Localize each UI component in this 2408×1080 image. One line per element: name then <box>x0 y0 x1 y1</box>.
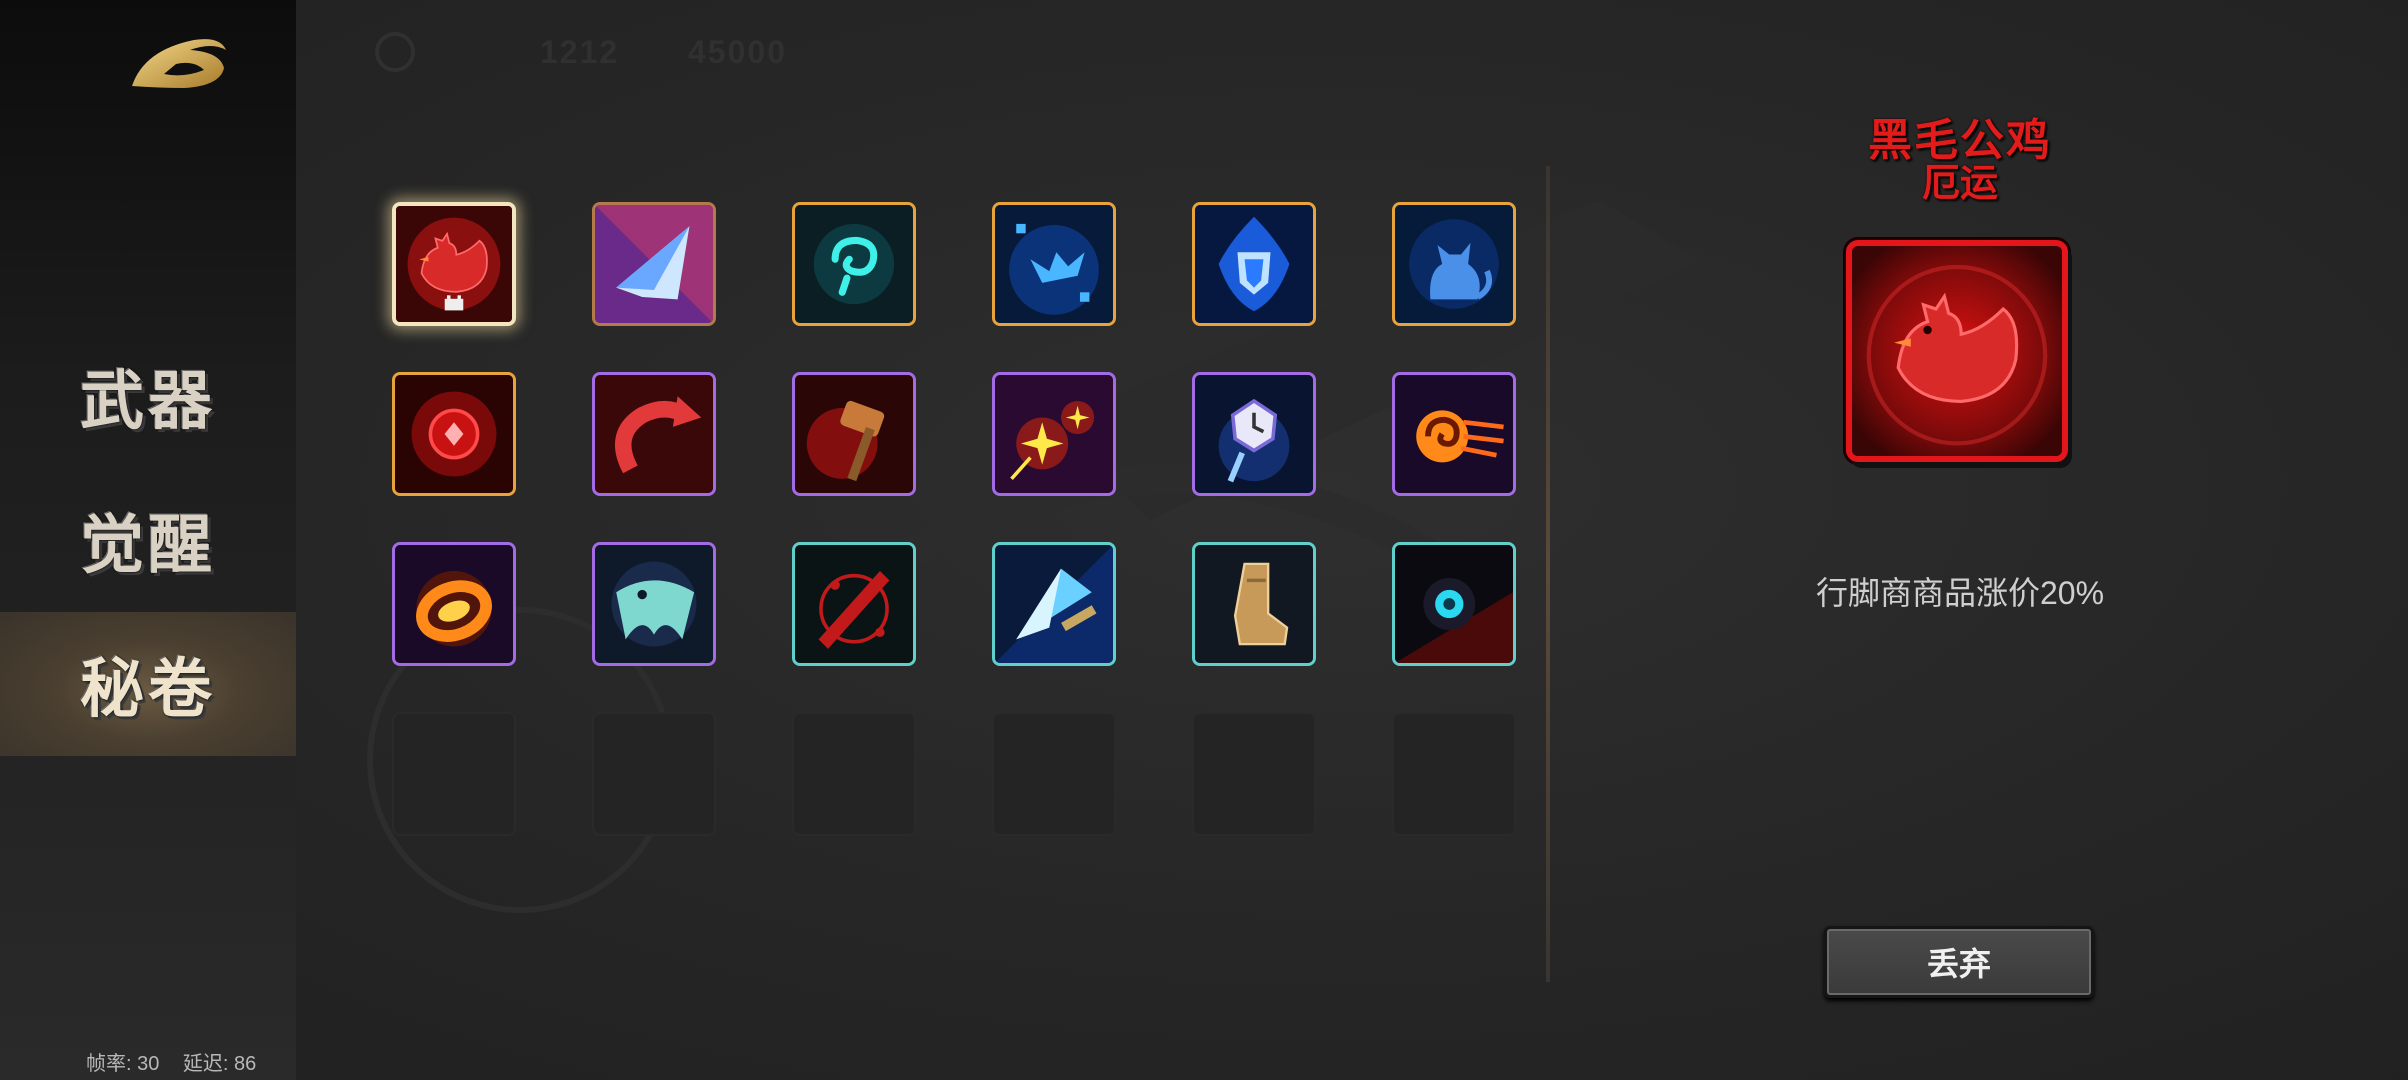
crystal-blade-icon <box>595 205 713 323</box>
empty-slot <box>792 712 916 836</box>
fire-hammer-icon <box>795 375 913 493</box>
panel-divider <box>1546 166 1550 982</box>
empty-slot <box>392 712 516 836</box>
scroll-slot[interactable] <box>392 202 516 326</box>
sidebar-item-scrolls[interactable]: 秘卷 <box>0 612 296 756</box>
fire-spiral-icon <box>1395 375 1513 493</box>
empty-slot <box>992 712 1116 836</box>
scroll-slot[interactable] <box>792 542 916 666</box>
sidebar: 武器 觉醒 秘卷 帧率: 30 延迟: 86 <box>0 0 296 1080</box>
scroll-slot[interactable] <box>792 372 916 496</box>
scroll-slot[interactable] <box>1192 372 1316 496</box>
blue-shield-flame-icon <box>1195 205 1313 323</box>
scroll-slot[interactable] <box>1392 542 1516 666</box>
game-logo <box>132 39 226 88</box>
scroll-slot[interactable] <box>1192 202 1316 326</box>
red-orb-icon <box>395 375 513 493</box>
scroll-slot[interactable] <box>1392 372 1516 496</box>
scroll-slot[interactable] <box>992 372 1116 496</box>
item-type: 厄运 <box>1921 161 1998 205</box>
golden-boot-icon <box>1195 545 1313 663</box>
red-curved-arrow-icon <box>595 375 713 493</box>
blue-cat-icon <box>1395 205 1513 323</box>
fire-ring-icon <box>395 545 513 663</box>
perf-stats: 帧率: 30 延迟: 86 <box>86 1047 274 1076</box>
faded-counter-b: 45000 <box>688 34 787 70</box>
empty-slot <box>592 712 716 836</box>
scroll-slot[interactable] <box>592 202 716 326</box>
faded-counter-a: 1212 <box>540 34 620 70</box>
scroll-slot[interactable] <box>992 202 1116 326</box>
item-description: 行脚商商品涨价20% <box>1815 575 2105 611</box>
latency-readout: 延迟: 86 <box>182 1053 257 1075</box>
scroll-slot[interactable] <box>392 372 516 496</box>
teal-wing-icon <box>595 545 713 663</box>
blue-fragments-icon <box>995 205 1113 323</box>
pocket-watch-icon <box>1195 375 1313 493</box>
detail-rooster-icon <box>1846 240 2068 462</box>
scroll-slot[interactable] <box>1192 542 1316 666</box>
twin-sparks-icon <box>995 375 1113 493</box>
discard-button[interactable]: 丢弃 <box>1824 926 2094 998</box>
black-rooster-icon <box>396 206 512 322</box>
blue-dagger-icon <box>995 545 1113 663</box>
scroll-slot[interactable] <box>1392 202 1516 326</box>
faded-coin-icon <box>375 32 415 72</box>
fps-readout: 帧率: 30 <box>86 1053 160 1075</box>
scroll-slot[interactable] <box>992 542 1116 666</box>
dark-eye-orb-icon <box>1395 545 1513 663</box>
scroll-slot[interactable] <box>592 542 716 666</box>
scroll-slot[interactable] <box>792 202 916 326</box>
red-sword-icon <box>795 545 913 663</box>
sidebar-item-awaken[interactable]: 觉醒 <box>0 468 296 612</box>
empty-slot <box>1392 712 1516 836</box>
scroll-slot[interactable] <box>392 542 516 666</box>
empty-slot <box>1192 712 1316 836</box>
teal-spiral-icon <box>795 205 913 323</box>
sidebar-item-weapons[interactable]: 武器 <box>0 324 296 468</box>
scroll-slot[interactable] <box>592 372 716 496</box>
